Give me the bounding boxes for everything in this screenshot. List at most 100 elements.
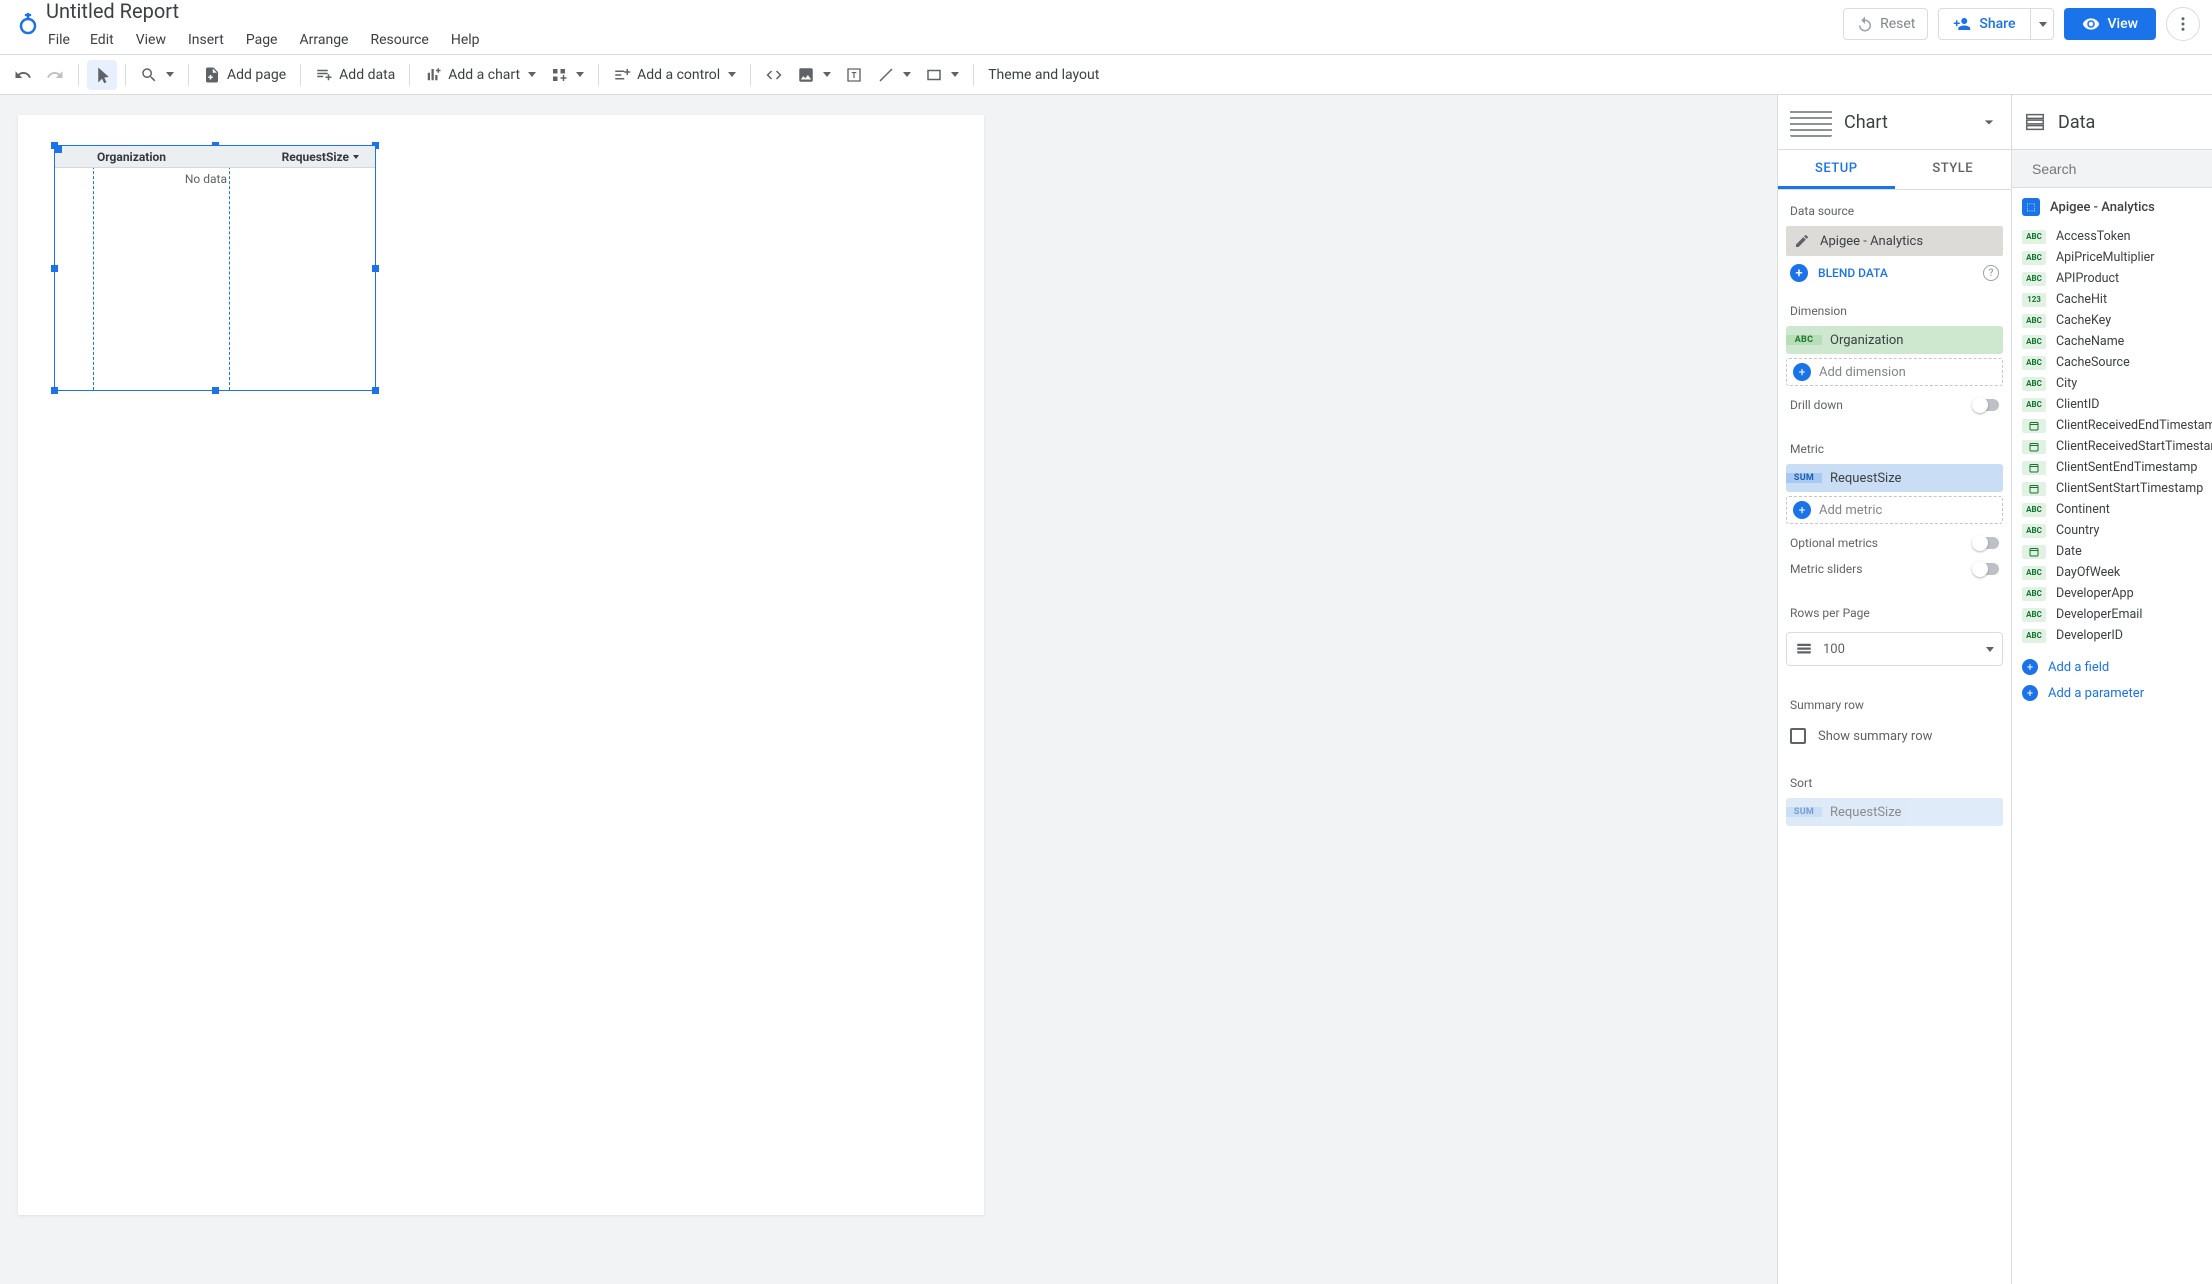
field-type-badge: SUM [1786, 807, 1822, 817]
image-button[interactable] [791, 60, 837, 90]
blend-data-button[interactable]: + BLEND DATA ? [1778, 256, 2011, 290]
field-name: CacheHit [2056, 292, 2107, 307]
plus-icon: + [1793, 501, 1811, 519]
field-row[interactable]: ABCCity [2012, 373, 2212, 394]
community-viz-button[interactable] [544, 60, 590, 90]
field-row[interactable]: ABCDayOfWeek [2012, 562, 2212, 583]
field-row[interactable]: ABCDeveloperID [2012, 625, 2212, 646]
theme-layout-button[interactable]: Theme and layout [982, 60, 1105, 90]
add-metric-button[interactable]: + Add metric [1786, 496, 2003, 524]
field-type-badge: ABC [2022, 629, 2046, 643]
help-icon[interactable]: ? [1983, 265, 1999, 281]
field-row[interactable]: ABCAPIProduct [2012, 268, 2212, 289]
chart-type-table-icon[interactable] [1790, 107, 1832, 137]
metric-sliders-toggle[interactable] [1973, 563, 1999, 575]
field-row[interactable]: 123CacheHit [2012, 289, 2212, 310]
caret-down-icon [1986, 647, 1994, 652]
text-button[interactable] [839, 60, 869, 90]
field-type-badge: ABC [2022, 566, 2046, 580]
data-source-chip[interactable]: Apigee - Analytics [1786, 226, 2003, 256]
field-row[interactable]: ABCDeveloperApp [2012, 583, 2212, 604]
field-search[interactable] [2012, 150, 2212, 188]
field-name: DeveloperEmail [2056, 607, 2142, 622]
add-chart-label: Add a chart [448, 67, 520, 83]
field-row[interactable]: ABCCountry [2012, 520, 2212, 541]
cursor-icon [93, 66, 111, 84]
dimension-chip-organization[interactable]: ABC Organization [1786, 326, 2003, 354]
field-row[interactable]: ABCCacheName [2012, 331, 2212, 352]
drill-down-toggle[interactable] [1973, 399, 1999, 411]
caret-down-icon [728, 72, 736, 77]
view-button[interactable]: View [2064, 8, 2157, 40]
menu-view[interactable]: View [126, 29, 176, 51]
add-chart-button[interactable]: Add a chart [418, 60, 542, 90]
menu-help[interactable]: Help [441, 29, 490, 51]
control-icon [613, 66, 631, 84]
undo-button[interactable] [8, 60, 38, 90]
tab-setup[interactable]: SETUP [1778, 150, 1895, 189]
field-row[interactable]: ClientSentEndTimestamp [2012, 457, 2212, 478]
menu-page[interactable]: Page [236, 29, 288, 51]
add-data-button[interactable]: Add data [309, 60, 401, 90]
menu-insert[interactable]: Insert [178, 29, 234, 51]
pointer-tool-button[interactable] [87, 60, 117, 90]
data-icon [2024, 111, 2046, 133]
add-parameter-button[interactable]: + Add a parameter [2012, 680, 2212, 706]
table-column-organization[interactable]: Organization [93, 150, 229, 164]
report-title[interactable]: Untitled Report [46, 0, 490, 26]
data-add-icon [315, 66, 333, 84]
caret-down-icon [576, 72, 584, 77]
shape-button[interactable] [919, 60, 965, 90]
field-row[interactable]: ABCCacheSource [2012, 352, 2212, 373]
field-row[interactable]: ClientReceivedEndTimestamp [2012, 415, 2212, 436]
canvas-area[interactable]: Organization RequestSize No data [0, 95, 1777, 1284]
caret-down-icon [951, 72, 959, 77]
tab-style[interactable]: STYLE [1895, 150, 2012, 189]
add-dimension-label: Add dimension [1819, 365, 1906, 380]
metric-chip-requestsize[interactable]: SUM RequestSize [1786, 464, 2003, 492]
selected-chart[interactable]: Organization RequestSize No data [54, 145, 376, 391]
menu-file[interactable]: File [46, 29, 78, 51]
field-list: ABCAccessTokenABCApiPriceMultiplierABCAP… [2012, 226, 2212, 654]
menu-arrange[interactable]: Arrange [290, 29, 359, 51]
chart-type-dropdown[interactable] [1979, 112, 1999, 132]
field-row[interactable]: ClientReceivedStartTimestamp [2012, 436, 2212, 457]
field-row[interactable]: ClientSentStartTimestamp [2012, 478, 2212, 499]
sort-chip-requestsize[interactable]: SUM RequestSize [1786, 798, 2003, 826]
field-name: APIProduct [2056, 271, 2119, 286]
search-input[interactable] [2032, 161, 2212, 177]
field-row[interactable]: ABCCacheKey [2012, 310, 2212, 331]
field-row[interactable]: ABCDeveloperEmail [2012, 604, 2212, 625]
rows-per-page-select[interactable]: 100 [1786, 632, 2003, 666]
show-summary-row-checkbox[interactable] [1790, 728, 1806, 744]
add-dimension-button[interactable]: + Add dimension [1786, 358, 2003, 386]
field-row[interactable]: ABCAccessToken [2012, 226, 2212, 247]
field-row[interactable]: Date [2012, 541, 2212, 562]
table-column-requestsize[interactable]: RequestSize [229, 150, 375, 164]
menu-resource[interactable]: Resource [360, 29, 438, 51]
field-name: ClientReceivedEndTimestamp [2056, 418, 2212, 433]
data-source-header[interactable]: ⬚ Apigee - Analytics [2012, 188, 2212, 226]
field-row[interactable]: ABCApiPriceMultiplier [2012, 247, 2212, 268]
add-control-button[interactable]: Add a control [607, 60, 742, 90]
add-page-button[interactable]: Add page [197, 60, 292, 90]
reset-button[interactable]: Reset [1843, 8, 1928, 40]
redo-button[interactable] [40, 60, 70, 90]
community-viz-icon [550, 66, 568, 84]
field-row[interactable]: ABCContinent [2012, 499, 2212, 520]
share-dropdown-button[interactable] [2030, 8, 2054, 40]
more-options-button[interactable] [2166, 7, 2200, 41]
embed-button[interactable] [759, 60, 789, 90]
share-button[interactable]: Share [1938, 8, 2029, 40]
line-button[interactable] [871, 60, 917, 90]
plus-icon: + [2022, 659, 2038, 675]
optional-metrics-toggle[interactable] [1973, 537, 1999, 549]
field-name: Organization [1822, 333, 1903, 348]
report-page[interactable]: Organization RequestSize No data [18, 115, 984, 1215]
caret-down-icon [2039, 22, 2047, 27]
menu-edit[interactable]: Edit [80, 29, 124, 51]
field-row[interactable]: ABCClientID [2012, 394, 2212, 415]
field-type-badge [2022, 461, 2046, 475]
zoom-button[interactable] [134, 60, 180, 90]
add-field-button[interactable]: + Add a field [2012, 654, 2212, 680]
